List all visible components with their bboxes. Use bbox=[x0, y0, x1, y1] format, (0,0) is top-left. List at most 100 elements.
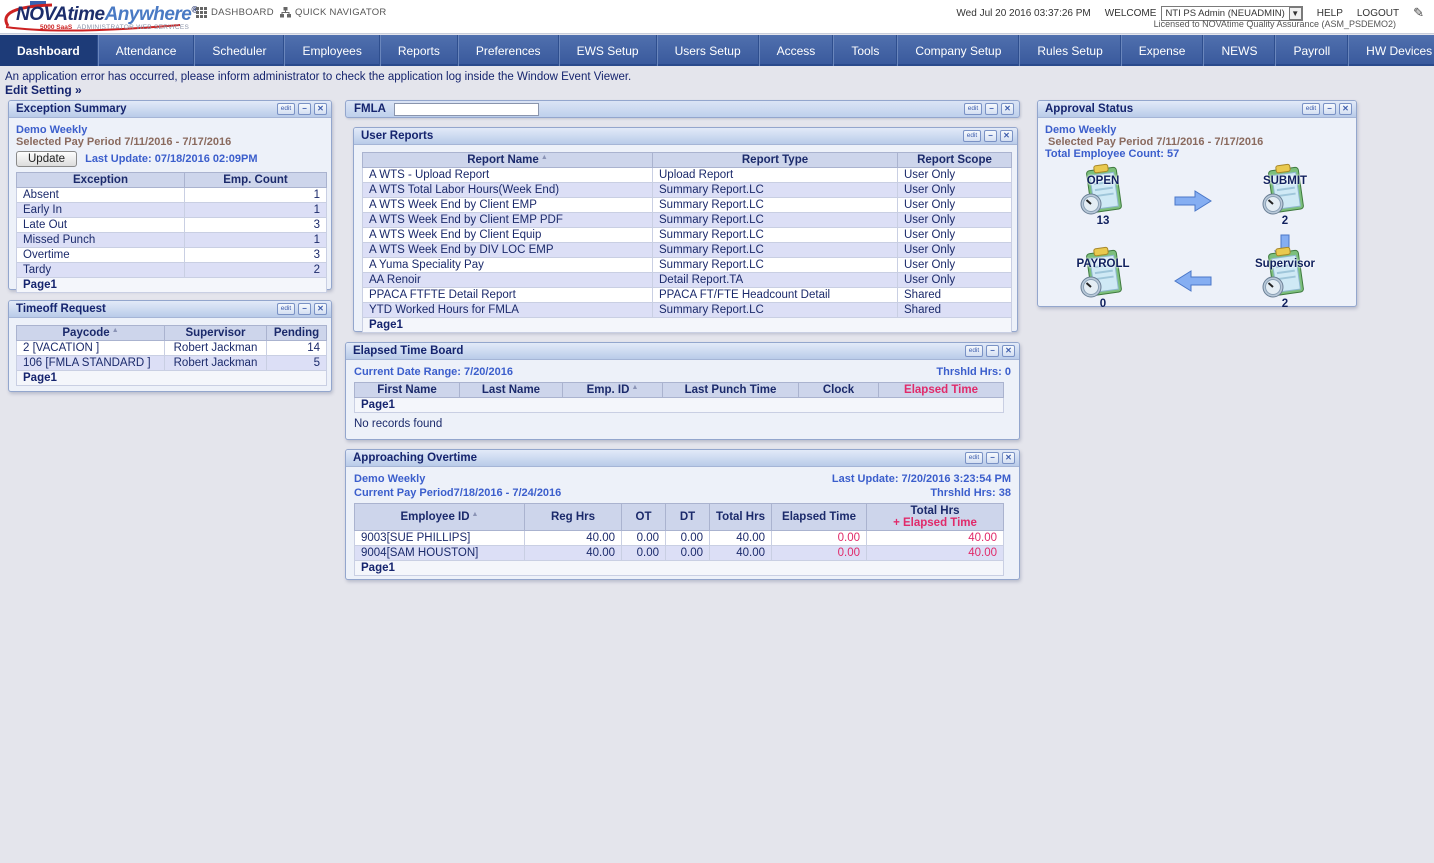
table-row[interactable]: 106 [FMLA STANDARD ] Robert Jackman 5 bbox=[16, 355, 327, 371]
table-row[interactable]: AA Renoir Detail Report.TA User Only bbox=[362, 272, 1012, 288]
table-row[interactable]: A WTS Total Labor Hours(Week End) Summary… bbox=[362, 182, 1012, 198]
panel-minimize-button[interactable]: − bbox=[984, 130, 997, 142]
pagination-page1[interactable]: Page1 bbox=[16, 370, 327, 386]
column-header-last-name[interactable]: Last Name bbox=[459, 382, 563, 398]
tab-users-setup[interactable]: Users Setup bbox=[656, 35, 759, 66]
column-header-report-name[interactable]: Report Name ▲ bbox=[362, 152, 653, 168]
approval-stage-submit[interactable]: SUBMIT 2 bbox=[1240, 163, 1330, 227]
update-button[interactable]: Update bbox=[16, 151, 78, 167]
panel-minimize-button[interactable]: − bbox=[985, 103, 998, 115]
approval-stage-open[interactable]: OPEN 13 bbox=[1058, 163, 1148, 227]
tab-access[interactable]: Access bbox=[758, 35, 834, 66]
panel-close-button[interactable]: ✕ bbox=[1001, 103, 1014, 115]
panel-minimize-button[interactable]: − bbox=[298, 103, 311, 115]
panel-edit-button[interactable]: edit bbox=[963, 130, 981, 142]
tab-rules-setup[interactable]: Rules Setup bbox=[1019, 35, 1121, 66]
table-row[interactable]: A WTS Week End by DIV LOC EMP Summary Rep… bbox=[362, 242, 1012, 258]
tab-employees[interactable]: Employees bbox=[284, 35, 380, 66]
column-header-supervisor[interactable]: Supervisor bbox=[164, 325, 267, 341]
tab-reports[interactable]: Reports bbox=[379, 35, 458, 66]
panel-close-button[interactable]: ✕ bbox=[1002, 345, 1015, 357]
panel-minimize-button[interactable]: − bbox=[986, 452, 999, 464]
pagination-page1[interactable]: Page1 bbox=[354, 397, 1004, 413]
column-header-dt[interactable]: DT bbox=[665, 503, 710, 531]
panel-close-button[interactable]: ✕ bbox=[1339, 103, 1352, 115]
date-range-label: Current Date Range: 7/20/2016 bbox=[354, 366, 513, 378]
edit-page-icon[interactable]: ✎ bbox=[1413, 5, 1424, 21]
panel-edit-button[interactable]: edit bbox=[965, 345, 983, 357]
column-header-total-hrs[interactable]: Total Hrs bbox=[709, 503, 772, 531]
pagination-page1[interactable]: Page1 bbox=[16, 277, 327, 293]
column-header-elapsed-time[interactable]: Elapsed Time bbox=[878, 382, 1004, 398]
tab-news[interactable]: NEWS bbox=[1203, 35, 1276, 66]
approval-stage-payroll[interactable]: PAYROLL 0 bbox=[1058, 246, 1148, 310]
table-row[interactable]: A Yuma Speciality Pay Summary Report.LC Us… bbox=[362, 257, 1012, 273]
tab-payroll[interactable]: Payroll bbox=[1275, 35, 1349, 66]
column-header-ot[interactable]: OT bbox=[621, 503, 666, 531]
panel-minimize-button[interactable]: − bbox=[1323, 103, 1336, 115]
logout-link[interactable]: LOGOUT bbox=[1357, 8, 1399, 19]
column-header-reg-hrs[interactable]: Reg Hrs bbox=[524, 503, 622, 531]
table-row[interactable]: YTD Worked Hours for FMLA Summary Report.… bbox=[362, 302, 1012, 318]
table-row[interactable]: Early In 1 bbox=[16, 202, 327, 218]
table-row[interactable]: A WTS - Upload Report Upload Report User O… bbox=[362, 167, 1012, 183]
column-header-total-plus-elapsed[interactable]: Total Hrs + Elapsed Time bbox=[866, 503, 1004, 531]
edit-setting-link[interactable]: Edit Setting » bbox=[5, 83, 82, 97]
column-header-report-scope[interactable]: Report Scope bbox=[897, 152, 1012, 168]
panel-edit-button[interactable]: edit bbox=[277, 103, 295, 115]
table-row[interactable]: Tardy 2 bbox=[16, 262, 327, 278]
tab-expense[interactable]: Expense bbox=[1120, 35, 1204, 66]
tab-hw-devices[interactable]: HW Devices bbox=[1348, 35, 1434, 66]
column-header-last-punch-time[interactable]: Last Punch Time bbox=[662, 382, 799, 398]
table-row[interactable]: A WTS Week End by Client Equip Summary Re… bbox=[362, 227, 1012, 243]
tab-company-setup[interactable]: Company Setup bbox=[897, 35, 1020, 66]
help-link[interactable]: HELP bbox=[1317, 8, 1343, 19]
table-row[interactable]: A WTS Week End by Client EMP PDF Summary … bbox=[362, 212, 1012, 228]
top-header: NOVAtimeAnywhere® 5000 SaaS ADMINISTRATO… bbox=[0, 0, 1434, 34]
column-header-clock[interactable]: Clock bbox=[798, 382, 879, 398]
panel-edit-button[interactable]: edit bbox=[965, 452, 983, 464]
tab-ews-setup[interactable]: EWS Setup bbox=[558, 35, 657, 66]
pay-period-label: Selected Pay Period 7/11/2016 - 7/17/201… bbox=[16, 136, 232, 148]
tab-tools[interactable]: Tools bbox=[833, 35, 898, 66]
fmla-search-input[interactable] bbox=[393, 102, 539, 116]
column-header-paycode[interactable]: Paycode ▲ bbox=[16, 325, 165, 341]
table-row[interactable]: PPACA FTFTE Detail Report PPACA FT/FTE He… bbox=[362, 287, 1012, 303]
panel-minimize-button[interactable]: − bbox=[298, 303, 311, 315]
table-row[interactable]: Overtime 3 bbox=[16, 247, 327, 263]
dashboard-link[interactable]: DASHBOARD bbox=[196, 7, 274, 18]
pagination-page1[interactable]: Page1 bbox=[354, 560, 1004, 576]
table-row[interactable]: Late Out 3 bbox=[16, 217, 327, 233]
last-update-label: Last Update: 07/18/2016 02:09PM bbox=[85, 153, 258, 165]
column-header-employee-id[interactable]: Employee ID ▲ bbox=[354, 503, 525, 531]
panel-close-button[interactable]: ✕ bbox=[314, 103, 327, 115]
table-row[interactable]: 9003[SUE PHILLIPS] 40.00 0.00 0.00 40.00… bbox=[354, 530, 1004, 546]
column-header-report-type[interactable]: Report Type bbox=[652, 152, 898, 168]
tab-attendance[interactable]: Attendance bbox=[97, 35, 195, 66]
column-header-elapsed-time[interactable]: Elapsed Time bbox=[771, 503, 867, 531]
panel-edit-button[interactable]: edit bbox=[1302, 103, 1320, 115]
tab-dashboard[interactable]: Dashboard bbox=[0, 35, 98, 66]
column-header-emp-id[interactable]: Emp. ID ▲ bbox=[562, 382, 663, 398]
column-header-emp-count[interactable]: Emp. Count bbox=[184, 172, 327, 188]
tab-preferences[interactable]: Preferences bbox=[457, 35, 559, 66]
column-header-pending[interactable]: Pending bbox=[266, 325, 327, 341]
table-row[interactable]: 9004[SAM HOUSTON] 40.00 0.00 0.00 40.00 … bbox=[354, 545, 1004, 561]
column-header-first-name[interactable]: First Name bbox=[354, 382, 460, 398]
panel-close-button[interactable]: ✕ bbox=[1000, 130, 1013, 142]
table-row[interactable]: Absent 1 bbox=[16, 187, 327, 203]
column-header-exception[interactable]: Exception bbox=[16, 172, 185, 188]
panel-close-button[interactable]: ✕ bbox=[1002, 452, 1015, 464]
table-row[interactable]: A WTS Week End by Client EMP Summary Repo… bbox=[362, 197, 1012, 213]
table-row[interactable]: 2 [VACATION ] Robert Jackman 14 bbox=[16, 340, 327, 356]
pagination-page1[interactable]: Page1 bbox=[362, 317, 1012, 333]
panel-minimize-button[interactable]: − bbox=[986, 345, 999, 357]
panel-close-button[interactable]: ✕ bbox=[314, 303, 327, 315]
quick-navigator-link[interactable]: QUICK NAVIGATOR bbox=[280, 7, 387, 18]
app-logo: NOVAtimeAnywhere® 5000 SaaS ADMINISTRATO… bbox=[4, 1, 198, 33]
approval-stage-supervisor[interactable]: Supervisor 2 bbox=[1240, 246, 1330, 310]
panel-edit-button[interactable]: edit bbox=[964, 103, 982, 115]
tab-scheduler[interactable]: Scheduler bbox=[194, 35, 285, 66]
panel-edit-button[interactable]: edit bbox=[277, 303, 295, 315]
table-row[interactable]: Missed Punch 1 bbox=[16, 232, 327, 248]
